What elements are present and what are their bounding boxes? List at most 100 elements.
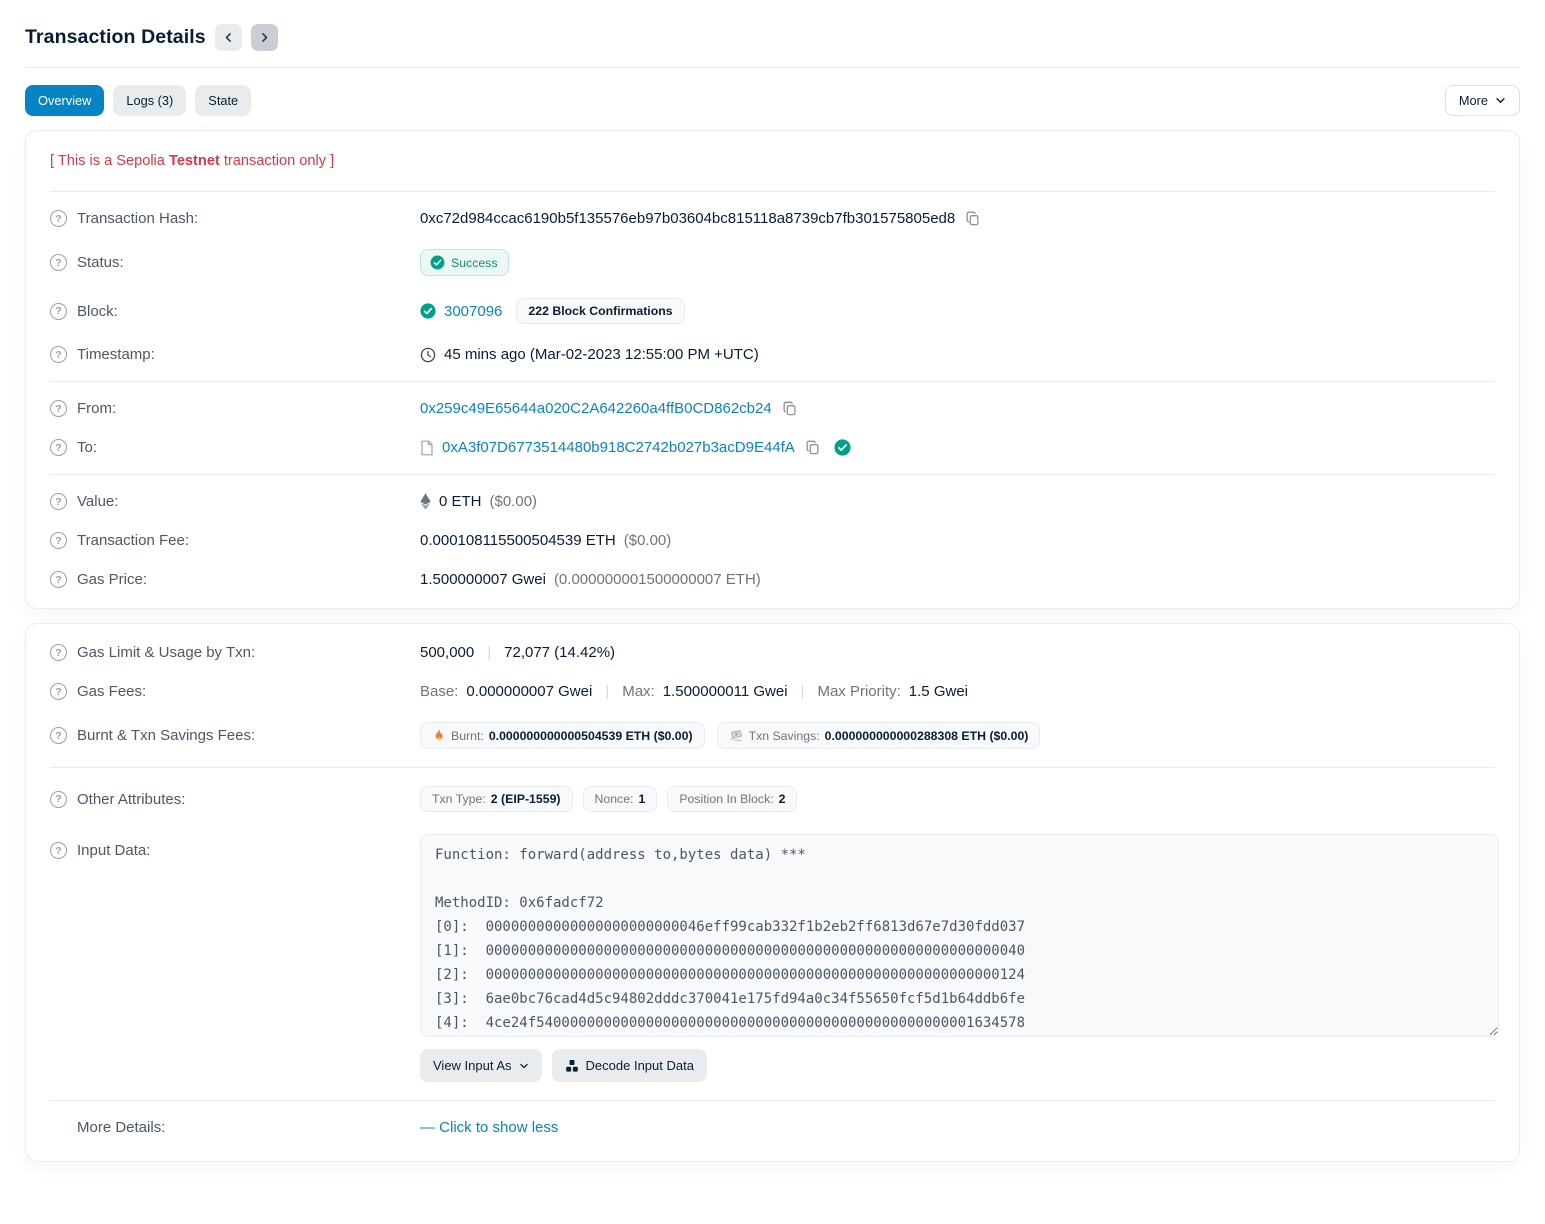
separator: | bbox=[600, 683, 614, 700]
divider bbox=[50, 1100, 1495, 1101]
help-icon[interactable]: ? bbox=[50, 842, 67, 859]
more-details-row: More Details: — Click to show less bbox=[50, 1108, 1495, 1152]
status-badge: Success bbox=[420, 249, 509, 276]
money-with-wings-icon bbox=[729, 728, 744, 743]
copy-tx-hash-button[interactable] bbox=[963, 211, 982, 226]
chevron-left-icon bbox=[222, 31, 235, 44]
help-icon[interactable]: ? bbox=[50, 346, 67, 363]
help-icon[interactable]: ? bbox=[50, 439, 67, 456]
timestamp-row: ? Timestamp: 45 mins ago (Mar-02-2023 12… bbox=[50, 335, 1495, 374]
burnt-savings-label: Burnt & Txn Savings Fees: bbox=[77, 727, 255, 744]
value-label: Value: bbox=[77, 493, 118, 510]
more-label: More bbox=[1459, 93, 1488, 108]
page-title: Transaction Details bbox=[25, 26, 206, 49]
overview-card: [ This is a Sepolia Testnet transaction … bbox=[25, 130, 1520, 609]
copy-from-address-button[interactable] bbox=[780, 401, 799, 416]
position-in-block-label: Position In Block: bbox=[679, 792, 773, 806]
clock-icon bbox=[420, 347, 436, 363]
contract-file-icon bbox=[420, 440, 434, 456]
gas-price-eth: (0.000000001500000007 ETH) bbox=[554, 571, 761, 588]
max-fee-value: 1.500000011 Gwei bbox=[663, 683, 788, 700]
max-priority-label: Max Priority: bbox=[817, 683, 900, 700]
warning-suffix: transaction only ] bbox=[220, 153, 334, 169]
input-data-label: Input Data: bbox=[77, 842, 150, 859]
nonce-badge: Nonce: 1 bbox=[583, 786, 658, 812]
input-data-row: ? Input Data: Function: forward(address … bbox=[50, 823, 1495, 1093]
transaction-fee-value: 0.000108115500504539 ETH bbox=[420, 532, 616, 549]
verified-contract-check-icon bbox=[834, 439, 851, 456]
transaction-fee-usd: ($0.00) bbox=[624, 532, 672, 549]
help-icon[interactable]: ? bbox=[50, 683, 67, 700]
gas-price-label: Gas Price: bbox=[77, 571, 147, 588]
gas-fees-row: ? Gas Fees: Base: 0.000000007 Gwei | Max… bbox=[50, 672, 1495, 711]
burnt-fee-badge: Burnt: 0.000000000000504539 ETH ($0.00) bbox=[420, 722, 705, 749]
value-row: ? Value: 0 ETH ($0.00) bbox=[50, 482, 1495, 521]
nonce-value: 1 bbox=[638, 792, 645, 806]
gas-fees-label: Gas Fees: bbox=[77, 683, 146, 700]
page-header: Transaction Details bbox=[25, 10, 1520, 68]
value-usd: ($0.00) bbox=[490, 493, 538, 510]
chevron-right-icon bbox=[258, 31, 271, 44]
txn-savings-badge: Txn Savings: 0.000000000000288308 ETH ($… bbox=[717, 722, 1041, 749]
flame-icon bbox=[432, 728, 446, 743]
tab-state[interactable]: State bbox=[195, 85, 251, 116]
value-amount: 0 ETH bbox=[439, 493, 482, 510]
separator: | bbox=[796, 683, 810, 700]
help-icon[interactable]: ? bbox=[50, 644, 67, 661]
help-icon[interactable]: ? bbox=[50, 254, 67, 271]
transaction-fee-label: Transaction Fee: bbox=[77, 532, 189, 549]
block-number-link[interactable]: 3007096 bbox=[444, 303, 502, 320]
gas-limit-value: 500,000 bbox=[420, 644, 474, 661]
burnt-value: 0.000000000000504539 ETH ($0.00) bbox=[489, 729, 693, 743]
from-address-link[interactable]: 0x259c49E65644a020C2A642260a4ffB0CD862cb… bbox=[420, 400, 772, 417]
more-details-label: More Details: bbox=[77, 1119, 165, 1136]
decode-input-data-label: Decode Input Data bbox=[586, 1058, 694, 1073]
tab-logs[interactable]: Logs (3) bbox=[113, 85, 186, 116]
help-icon[interactable]: ? bbox=[50, 791, 67, 808]
previous-transaction-button[interactable] bbox=[215, 24, 242, 51]
copy-icon bbox=[805, 440, 820, 455]
txn-type-value: 2 (EIP-1559) bbox=[491, 792, 561, 806]
burnt-label: Burnt: bbox=[451, 729, 484, 743]
check-circle-icon bbox=[430, 255, 445, 270]
next-transaction-button[interactable] bbox=[251, 24, 278, 51]
other-attributes-label: Other Attributes: bbox=[77, 791, 185, 808]
more-dropdown-button[interactable]: More bbox=[1445, 85, 1520, 116]
base-fee-label: Base: bbox=[420, 683, 458, 700]
nonce-label: Nonce: bbox=[595, 792, 634, 806]
block-row: ? Block: 3007096 222 Block Confirmations bbox=[50, 287, 1495, 335]
copy-to-address-button[interactable] bbox=[803, 440, 822, 455]
decode-input-data-button[interactable]: Decode Input Data bbox=[552, 1049, 707, 1082]
help-icon[interactable]: ? bbox=[50, 532, 67, 549]
gas-limit-row: ? Gas Limit & Usage by Txn: 500,000 | 72… bbox=[50, 633, 1495, 672]
separator: | bbox=[482, 644, 496, 661]
help-icon[interactable]: ? bbox=[50, 571, 67, 588]
view-input-as-button[interactable]: View Input As bbox=[420, 1049, 542, 1082]
position-in-block-value: 2 bbox=[779, 792, 786, 806]
copy-icon bbox=[965, 211, 980, 226]
help-icon[interactable]: ? bbox=[50, 727, 67, 744]
position-in-block-badge: Position In Block: 2 bbox=[667, 786, 797, 812]
chevron-down-icon bbox=[519, 1061, 529, 1071]
txn-savings-value: 0.000000000000288308 ETH ($0.00) bbox=[825, 729, 1029, 743]
to-address-link[interactable]: 0xA3f07D6773514480b918C2742b027b3acD9E44… bbox=[442, 439, 795, 456]
to-row: ? To: 0xA3f07D6773514480b918C2742b027b3a… bbox=[50, 428, 1495, 467]
view-input-as-label: View Input As bbox=[433, 1058, 512, 1073]
divider bbox=[50, 474, 1495, 475]
show-less-link[interactable]: — Click to show less bbox=[420, 1119, 558, 1136]
tab-overview[interactable]: Overview bbox=[25, 85, 104, 116]
help-icon[interactable]: ? bbox=[50, 210, 67, 227]
from-label: From: bbox=[77, 400, 116, 417]
help-icon[interactable]: ? bbox=[50, 303, 67, 320]
help-icon[interactable]: ? bbox=[50, 400, 67, 417]
help-icon[interactable]: ? bbox=[50, 493, 67, 510]
gas-used-value: 72,077 (14.42%) bbox=[504, 644, 615, 661]
divider bbox=[50, 191, 1495, 192]
gas-price-row: ? Gas Price: 1.500000007 Gwei (0.0000000… bbox=[50, 560, 1495, 599]
input-data-textarea[interactable]: Function: forward(address to,bytes data)… bbox=[420, 834, 1499, 1037]
timestamp-label: Timestamp: bbox=[77, 346, 155, 363]
base-fee-value: 0.000000007 Gwei bbox=[466, 683, 592, 700]
tx-hash-value: 0xc72d984ccac6190b5f135576eb97b03604bc81… bbox=[420, 210, 955, 227]
max-priority-value: 1.5 Gwei bbox=[909, 683, 968, 700]
other-attributes-row: ? Other Attributes: Txn Type: 2 (EIP-155… bbox=[50, 775, 1495, 823]
